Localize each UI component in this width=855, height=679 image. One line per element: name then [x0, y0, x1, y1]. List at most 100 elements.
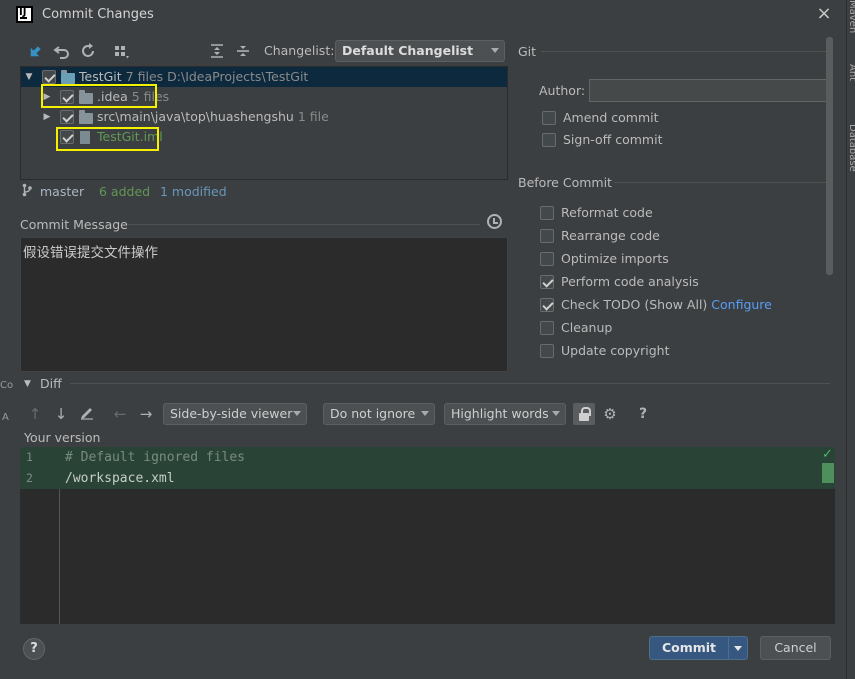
history-clock-icon[interactable] — [487, 214, 502, 229]
optimize-imports-label: Optimize imports — [561, 251, 669, 266]
back-arrow-icon[interactable]: ← — [111, 404, 129, 424]
divider — [70, 383, 830, 384]
lock-icon[interactable] — [573, 403, 595, 425]
added-count[interactable]: 6 added — [99, 184, 150, 199]
before-commit-title: Before Commit — [518, 175, 612, 190]
rollback-icon[interactable] — [53, 42, 71, 60]
highlight-mode-value: Highlight words — [451, 406, 549, 421]
help-button[interactable]: ? — [23, 638, 45, 660]
cleanup-checkbox[interactable] — [540, 321, 554, 335]
amend-commit-label: Amend commit — [563, 110, 659, 125]
expand-arrow-icon[interactable]: ▶ — [42, 107, 52, 127]
tree-row-count: 1 file — [297, 109, 329, 124]
highlight-mode-dropdown[interactable]: Highlight words — [444, 403, 566, 425]
ignore-whitespace-dropdown[interactable]: Do not ignore — [323, 403, 435, 425]
commit-button[interactable]: Commit — [649, 636, 729, 660]
code-line: 1 # Default ignored files — [20, 447, 835, 468]
window-title: Commit Changes — [42, 7, 154, 22]
folder-icon — [79, 110, 93, 124]
changelist-value: Default Changelist — [342, 43, 474, 58]
collapse-diff-icon[interactable]: ▼ — [24, 379, 31, 389]
viewer-mode-value: Side-by-side viewer — [170, 406, 293, 421]
check-todo-label: Check TODO (Show All) — [561, 297, 708, 312]
diff-section-title: Diff — [40, 376, 62, 391]
group-by-icon[interactable] — [112, 42, 130, 60]
tree-row-label: src\main\java\top\huashengshu — [97, 109, 294, 124]
chevron-down-icon — [421, 411, 429, 416]
maven-tab[interactable]: Maven — [847, 0, 855, 33]
chevron-down-icon — [552, 411, 560, 416]
git-section-title: Git — [518, 44, 537, 59]
intellij-logo-icon — [16, 6, 33, 23]
viewer-mode-dropdown[interactable]: Side-by-side viewer — [163, 403, 307, 425]
configure-link[interactable]: Configure — [711, 297, 772, 312]
changes-tree[interactable]: ▼ TestGit 7 files D:\IdeaProjects\TestGi… — [20, 66, 508, 180]
line-number: 2 — [26, 471, 33, 485]
rearrange-code-checkbox[interactable] — [540, 229, 554, 243]
tree-row-path: D:\IdeaProjects\TestGit — [167, 69, 309, 84]
divider — [614, 182, 830, 183]
cleanup-label: Cleanup — [561, 320, 613, 335]
modified-count[interactable]: 1 modified — [160, 184, 227, 199]
refresh-icon[interactable] — [79, 42, 97, 60]
options-scrollbar[interactable] — [826, 37, 833, 275]
signoff-commit-label: Sign-off commit — [563, 132, 663, 147]
change-marker[interactable] — [822, 463, 834, 483]
left-strip-label: A — [2, 412, 9, 423]
rearrange-code-label: Rearrange code — [561, 228, 660, 243]
database-tab[interactable]: Database — [847, 124, 855, 172]
branch-name: master — [40, 184, 85, 199]
cancel-button[interactable]: Cancel — [760, 636, 831, 660]
update-copyright-label: Update copyright — [561, 343, 670, 358]
signoff-commit-checkbox[interactable] — [542, 133, 556, 147]
chevron-down-icon — [293, 411, 301, 416]
commit-message-label: Commit Message — [20, 217, 128, 232]
right-tool-strip: Maven Ant Database — [846, 0, 855, 679]
optimize-imports-checkbox[interactable] — [540, 252, 554, 266]
left-strip-label: Co — [0, 380, 14, 391]
check-todo-checkbox[interactable] — [540, 298, 554, 312]
update-copyright-checkbox[interactable] — [540, 344, 554, 358]
commit-message-textarea[interactable]: 假设错误提交文件操作 — [20, 237, 508, 372]
tree-row-count: 7 files — [125, 69, 164, 84]
reformat-code-checkbox[interactable] — [540, 206, 554, 220]
author-label: Author: — [539, 83, 586, 98]
highlight-box — [56, 127, 159, 151]
move-to-changelist-icon[interactable] — [26, 42, 44, 60]
collapse-all-icon[interactable] — [234, 42, 252, 60]
inspection-ok-icon: ✓ — [822, 447, 833, 462]
divider — [541, 51, 830, 52]
line-code: # Default ignored files — [65, 450, 246, 465]
tree-row-checkbox[interactable] — [42, 70, 56, 84]
tree-row-src[interactable]: ▶ src\main\java\top\huashengshu 1 file — [21, 107, 507, 127]
tree-row-label: TestGit — [79, 69, 122, 84]
close-button[interactable]: × — [814, 4, 834, 24]
changelist-label: Changelist: — [264, 43, 335, 58]
code-line: 2 /workspace.xml — [20, 468, 835, 489]
expand-arrow-icon[interactable]: ▼ — [24, 67, 34, 87]
gutter-divider — [59, 489, 60, 624]
edit-source-icon[interactable] — [78, 404, 96, 424]
reformat-code-label: Reformat code — [561, 205, 653, 220]
changelist-dropdown[interactable]: Default Changelist — [335, 40, 505, 62]
line-number: 1 — [26, 450, 33, 464]
ant-tab[interactable]: Ant — [847, 64, 855, 81]
chevron-down-icon — [491, 48, 499, 53]
check-todo-text: Check TODO (Show All) Configure — [561, 296, 772, 314]
forward-arrow-icon[interactable]: → — [137, 404, 155, 424]
author-input[interactable] — [589, 79, 829, 102]
divider — [128, 224, 480, 225]
diff-help-button[interactable]: ? — [634, 404, 652, 424]
expand-all-icon[interactable] — [208, 42, 226, 60]
previous-difference-icon[interactable]: ↑ — [26, 404, 44, 424]
ignore-whitespace-value: Do not ignore — [330, 406, 416, 421]
tree-row-text: src\main\java\top\huashengshu 1 file — [97, 107, 329, 127]
commit-options-dropdown[interactable] — [728, 636, 748, 660]
highlight-box — [41, 84, 157, 108]
gear-icon[interactable]: ⚙ — [601, 404, 619, 424]
amend-commit-checkbox[interactable] — [542, 111, 556, 125]
perform-code-analysis-label: Perform code analysis — [561, 274, 699, 289]
tree-row-checkbox[interactable] — [60, 110, 74, 124]
next-difference-icon[interactable]: ↓ — [52, 404, 70, 424]
perform-code-analysis-checkbox[interactable] — [540, 275, 554, 289]
